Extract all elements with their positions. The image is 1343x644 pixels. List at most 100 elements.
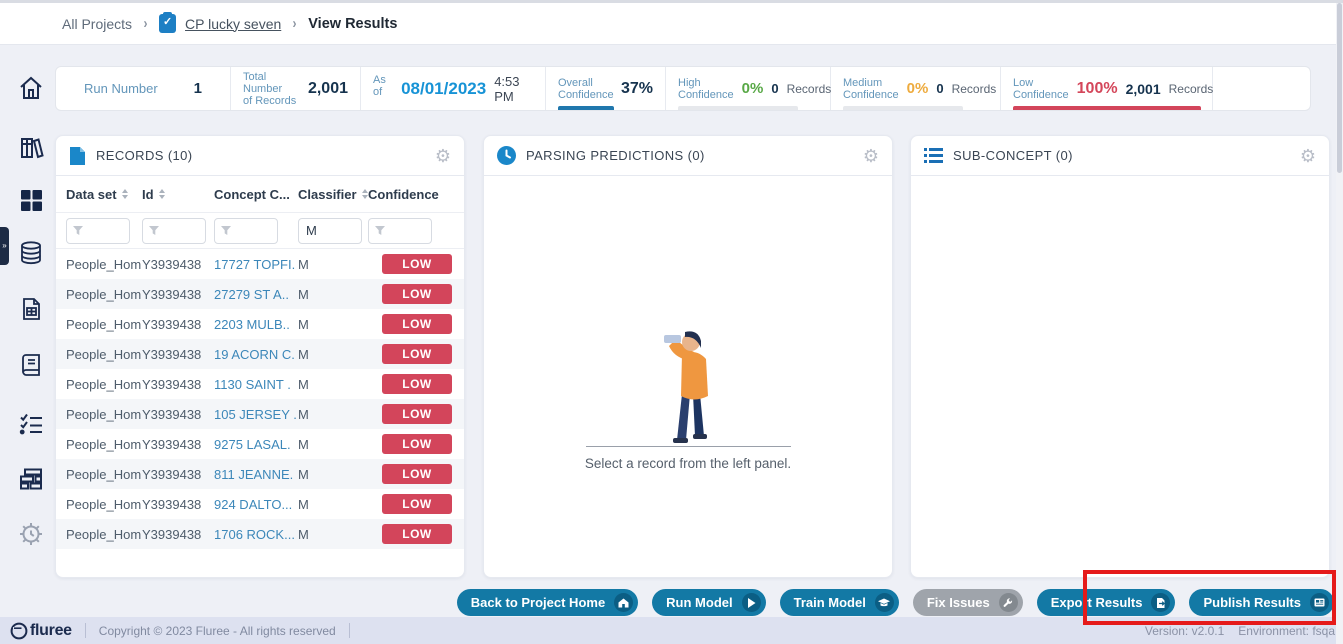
total-records-value: 2,001 <box>308 80 348 98</box>
annotation-highlight-box <box>1083 570 1336 625</box>
cell-classifier: M <box>298 467 368 482</box>
table-row[interactable]: People_Hom. Y3939438 1130 SAINT . M LOW <box>56 369 464 399</box>
scrollbar-thumb[interactable] <box>1337 3 1342 173</box>
cell-concept[interactable]: 9275 LASAL. <box>214 437 298 452</box>
table-rows-icon[interactable] <box>17 465 45 493</box>
confidence-badge: LOW <box>382 524 452 544</box>
column-header-concept[interactable]: Concept C... <box>214 187 298 202</box>
gear-icon[interactable]: ⚙ <box>435 147 451 165</box>
clipboard-check-icon <box>159 14 176 33</box>
environment-text: Environment: fsqa <box>1238 624 1335 638</box>
table-row[interactable]: People_Hom. Y3939438 924 DALTO... M LOW <box>56 489 464 519</box>
column-header-confidence[interactable]: Confidence <box>368 187 454 202</box>
wrench-icon <box>999 593 1018 612</box>
file-table-icon[interactable] <box>17 295 45 323</box>
low-confidence-label: Low <box>1013 77 1033 89</box>
column-header-dataset[interactable]: Data set <box>66 187 142 202</box>
cell-concept[interactable]: 2203 MULB.. <box>214 317 298 332</box>
cell-id: Y3939438 <box>142 317 214 332</box>
run-number-value: 1 <box>194 80 202 97</box>
sort-icon <box>362 189 368 199</box>
parsing-empty-state: Select a record from the left panel. <box>484 176 892 578</box>
low-confidence-count: 2,001 <box>1126 81 1161 97</box>
graduation-cap-icon <box>875 593 894 612</box>
medium-confidence-pct: 0% <box>907 80 929 97</box>
medium-confidence-bar <box>843 106 963 110</box>
cell-concept[interactable]: 811 JEANNE. <box>214 467 298 482</box>
sidebar-expand-handle[interactable]: » <box>0 227 9 265</box>
fix-issues-button[interactable]: Fix Issues <box>913 589 1023 616</box>
table-row[interactable]: People_Hom. Y3939438 1706 ROCK... M LOW <box>56 519 464 549</box>
sidebar: » <box>0 46 60 617</box>
overall-confidence-value: 37% <box>621 80 653 98</box>
as-of-date[interactable]: 08/01/2023 <box>401 79 486 99</box>
cell-dataset: People_Hom. <box>66 347 142 362</box>
cell-dataset: People_Hom. <box>66 377 142 392</box>
table-row[interactable]: People_Hom. Y3939438 9275 LASAL. M LOW <box>56 429 464 459</box>
database-icon[interactable] <box>17 239 45 267</box>
checklist-icon[interactable] <box>17 410 45 438</box>
cell-concept[interactable]: 19 ACORN C. <box>214 347 298 362</box>
table-row[interactable]: People_Hom. Y3939438 2203 MULB.. M LOW <box>56 309 464 339</box>
high-confidence-label: High <box>678 77 701 89</box>
filter-input-classifier[interactable] <box>298 218 362 244</box>
table-row[interactable]: People_Hom. Y3939438 105 JERSEY . M LOW <box>56 399 464 429</box>
fluree-logo[interactable]: fluree <box>10 622 72 640</box>
cell-dataset: People_Hom. <box>66 317 142 332</box>
book-icon[interactable] <box>17 351 45 379</box>
page-title: View Results <box>308 16 397 32</box>
cell-concept[interactable]: 1706 ROCK... <box>214 527 298 542</box>
library-icon[interactable] <box>17 134 45 162</box>
records-table-body: People_Hom. Y3939438 17727 TOPFI. M LOW … <box>56 249 464 549</box>
copyright-text: Copyright © 2023 Fluree - All rights res… <box>99 624 336 638</box>
filter-funnel-icon <box>148 225 160 236</box>
cell-concept[interactable]: 17727 TOPFI. <box>214 257 298 272</box>
high-confidence-records: Records <box>787 82 832 96</box>
home-icon[interactable] <box>17 74 45 102</box>
cell-classifier: M <box>298 407 368 422</box>
stat-empty-segment <box>1213 67 1310 110</box>
low-confidence-pct: 100% <box>1077 80 1118 98</box>
train-model-button[interactable]: Train Model <box>780 589 899 616</box>
cell-classifier: M <box>298 287 368 302</box>
cell-concept[interactable]: 924 DALTO... <box>214 497 298 512</box>
cell-dataset: People_Hom. <box>66 407 142 422</box>
table-row[interactable]: People_Hom. Y3939438 27279 ST A.. M LOW <box>56 279 464 309</box>
run-model-button[interactable]: Run Model <box>652 589 765 616</box>
column-header-id[interactable]: Id <box>142 187 214 202</box>
sub-concept-panel: SUB-CONCEPT (0) ⚙ <box>910 135 1330 578</box>
stat-total-records: Total Numberof Records 2,001 <box>231 67 361 110</box>
table-row[interactable]: People_Hom. Y3939438 19 ACORN C. M LOW <box>56 339 464 369</box>
cell-id: Y3939438 <box>142 287 214 302</box>
records-panel-title: RECORDS (10) <box>96 148 193 163</box>
gear-icon[interactable]: ⚙ <box>1300 147 1316 165</box>
chevron-right-icon: › <box>144 15 148 32</box>
overall-confidence-label: Overall <box>558 77 593 89</box>
cell-id: Y3939438 <box>142 407 214 422</box>
cell-concept[interactable]: 105 JERSEY . <box>214 407 298 422</box>
stat-run-number: Run Number 1 <box>56 67 231 110</box>
table-row[interactable]: People_Hom. Y3939438 811 JEANNE. M LOW <box>56 459 464 489</box>
high-confidence-pct: 0% <box>742 80 764 97</box>
back-to-project-home-button[interactable]: Back to Project Home <box>457 589 638 616</box>
breadcrumb-project-link[interactable]: CP lucky seven <box>185 16 281 32</box>
sort-icon <box>159 189 165 199</box>
ground-line <box>586 446 791 447</box>
stat-low-confidence: LowConfidence 100% 2,001 Records <box>1001 67 1213 110</box>
gear-icon[interactable]: ⚙ <box>863 147 879 165</box>
cell-concept[interactable]: 27279 ST A.. <box>214 287 298 302</box>
confidence-badge: LOW <box>382 284 452 304</box>
cell-dataset: People_Hom. <box>66 437 142 452</box>
cell-id: Y3939438 <box>142 527 214 542</box>
confidence-badge: LOW <box>382 254 452 274</box>
table-row[interactable]: People_Hom. Y3939438 17727 TOPFI. M LOW <box>56 249 464 279</box>
settings-history-icon[interactable] <box>17 520 45 548</box>
apps-grid-icon[interactable] <box>17 186 45 214</box>
cell-concept[interactable]: 1130 SAINT . <box>214 377 298 392</box>
column-header-classifier[interactable]: Classifier <box>298 187 368 202</box>
confidence-badge: LOW <box>382 464 452 484</box>
breadcrumb-all-projects[interactable]: All Projects <box>62 16 132 32</box>
vertical-scrollbar[interactable] <box>1336 3 1343 644</box>
filter-funnel-icon <box>220 225 232 236</box>
cell-dataset: People_Hom. <box>66 257 142 272</box>
